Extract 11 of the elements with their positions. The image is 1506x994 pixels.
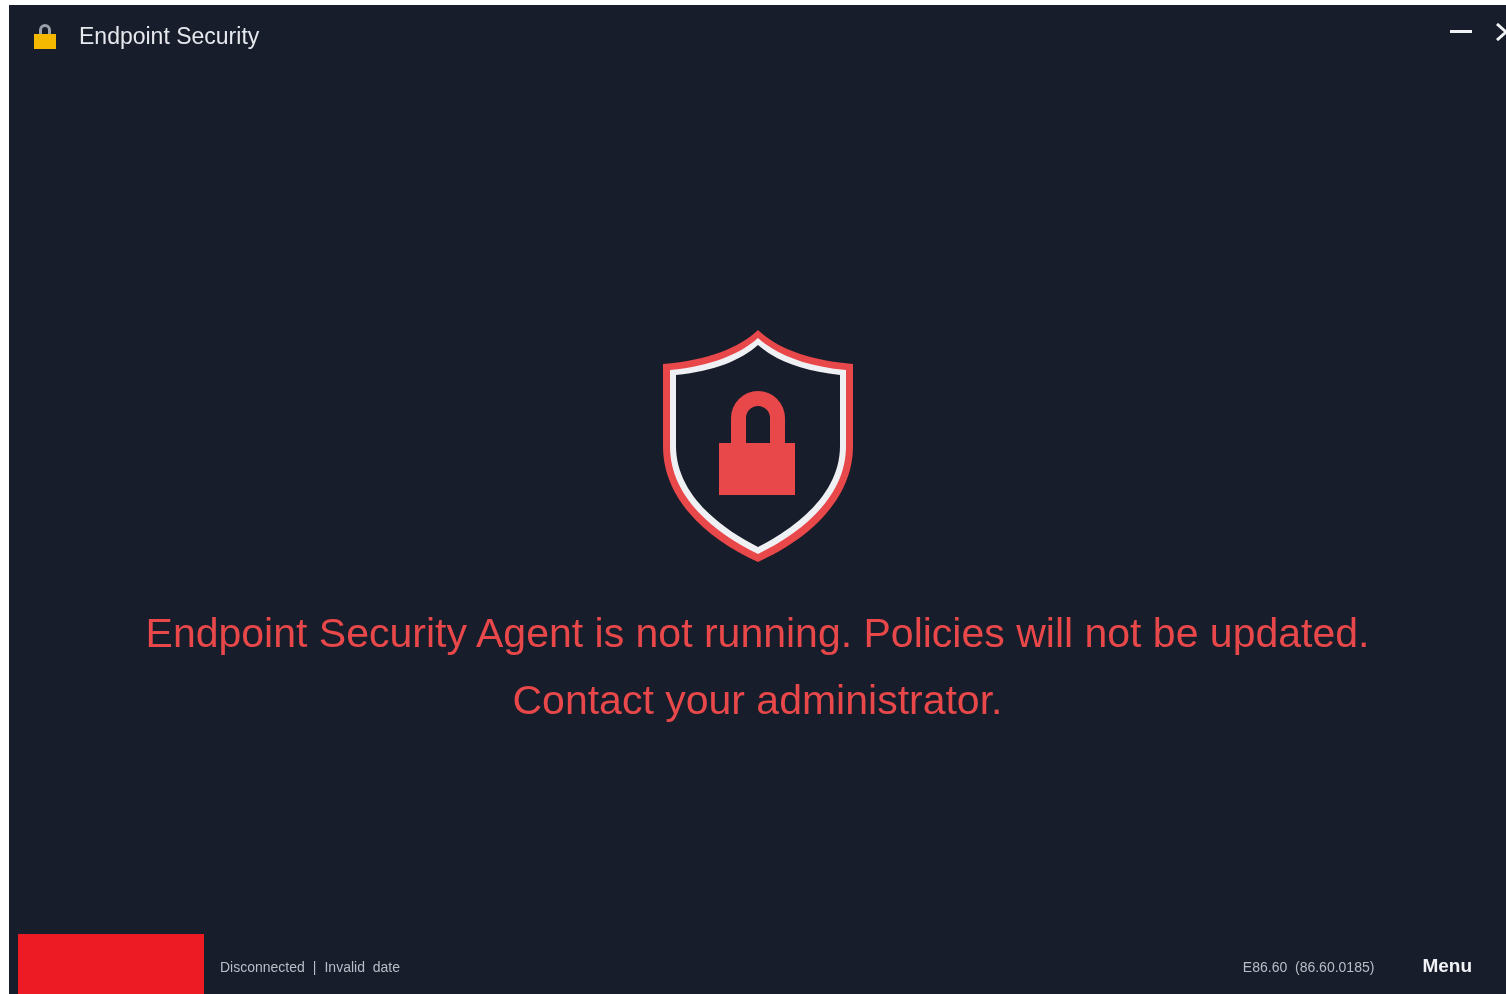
menu-button[interactable]: Menu	[1418, 951, 1476, 994]
close-icon[interactable]	[1496, 23, 1506, 41]
connection-status: Disconnected	[220, 958, 305, 977]
date-status: Invalid date	[324, 958, 400, 977]
minimize-icon[interactable]	[1450, 30, 1472, 34]
separator: |	[312, 958, 317, 977]
window-title: Endpoint Security	[79, 21, 260, 51]
version-label: E86.60 (86.60.0185)	[1242, 958, 1375, 977]
warning-message: Contact your administrator.	[512, 675, 1003, 725]
warning-message: Endpoint Security Agent is not running. Policies will not be updated.	[145, 609, 1370, 659]
padlock-icon	[33, 22, 57, 50]
